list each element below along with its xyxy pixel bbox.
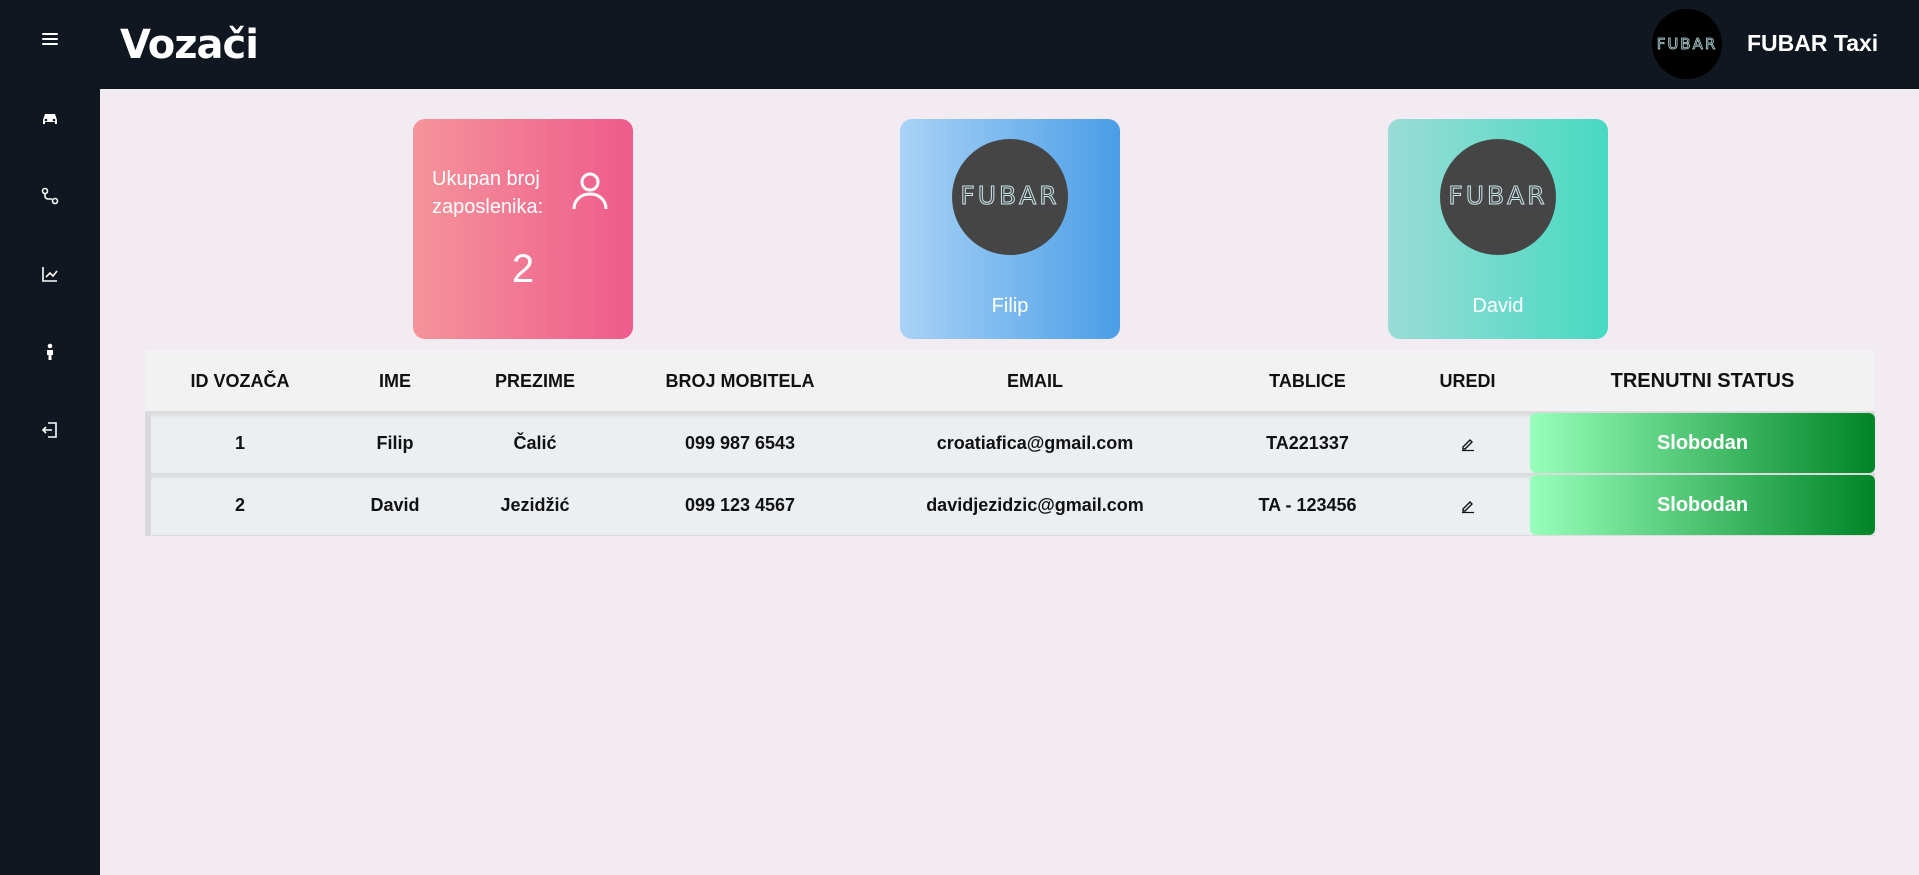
column-header-phone: BROJ MOBITELA: [665, 371, 815, 391]
page-title: Vozači: [120, 22, 259, 68]
table-row: 2 David Jezidžić 099 123 4567 davidjezid…: [145, 474, 1875, 536]
sidebar-item-vehicles[interactable]: [0, 94, 100, 142]
pencil-icon: [1461, 439, 1474, 452]
column-header-first-name: IME: [378, 371, 411, 391]
cell-phone: 099 123 4567: [684, 495, 796, 515]
pencil-icon: [1461, 501, 1474, 514]
cell-first-name: Filip: [376, 433, 414, 453]
cell-last-name: Jezidžić: [500, 495, 570, 515]
sidebar-item-statistics[interactable]: [0, 250, 100, 298]
user-icon: [572, 172, 608, 210]
driver-card-name: Filip: [991, 295, 1029, 317]
drivers-table: ID VOZAČA IME PREZIME BROJ MOBITELA EMAI…: [145, 350, 1875, 536]
menu-toggle-button[interactable]: [0, 15, 100, 63]
logout-icon: [41, 422, 57, 438]
svg-text:FUBAR: FUBAR: [1657, 35, 1718, 53]
cell-edit: [1410, 412, 1525, 474]
cell-email: croatiafica@gmail.com: [936, 433, 1134, 453]
fubar-logo-icon: FUBAR: [1448, 182, 1547, 211]
brand-logo: FUBAR: [1652, 9, 1722, 79]
table-header: ID VOZAČA IME PREZIME BROJ MOBITELA EMAI…: [145, 350, 1875, 412]
avatar: FUBAR: [952, 139, 1068, 255]
edit-button[interactable]: [1460, 436, 1476, 452]
cell-email: davidjezidzic@gmail.com: [926, 495, 1144, 515]
column-header-status: TRENUTNI STATUS: [1610, 370, 1795, 392]
edit-button[interactable]: [1460, 498, 1476, 514]
car-icon: [43, 114, 57, 124]
column-header-email: EMAIL: [1007, 371, 1063, 391]
avatar: FUBAR: [1440, 139, 1556, 255]
person-icon: [47, 343, 53, 360]
cell-plate: TA - 123456: [1258, 495, 1357, 515]
fubar-logo-icon: FUBAR: [960, 182, 1059, 211]
sidebar: [0, 0, 100, 875]
cell-last-name: Čalić: [513, 433, 557, 453]
cell-first-name: David: [370, 495, 420, 515]
column-header-plate: TABLICE: [1269, 371, 1346, 391]
cell-phone: 099 987 6543: [684, 433, 796, 453]
status-badge[interactable]: Slobodan: [1530, 475, 1875, 535]
column-header-edit: UREDI: [1439, 371, 1496, 391]
cell-edit: [1410, 474, 1525, 536]
route-icon: [41, 187, 59, 205]
sidebar-item-rides[interactable]: [0, 172, 100, 220]
column-header-last-name: PREZIME: [494, 371, 575, 391]
fubar-logo-icon: FUBAR: [1656, 35, 1718, 54]
cell-id: 2: [234, 495, 245, 515]
menu-icon: [42, 33, 58, 45]
sidebar-item-drivers[interactable]: [0, 328, 100, 376]
column-header-id: ID VOZAČA: [190, 371, 290, 391]
driver-card-david[interactable]: FUBAR David: [1388, 119, 1608, 339]
driver-card-filip[interactable]: FUBAR Filip: [900, 119, 1120, 339]
total-employees-label: Ukupan broj zaposlenika:: [432, 168, 544, 218]
driver-card-name: David: [1472, 295, 1524, 317]
sidebar-item-logout[interactable]: [0, 406, 100, 454]
cell-plate: TA221337: [1266, 433, 1349, 453]
brand-name: FUBAR Taxi: [1747, 30, 1879, 56]
top-bar: Vozači FUBAR FUBAR Taxi: [100, 0, 1919, 89]
svg-text:FUBAR: FUBAR: [960, 182, 1059, 210]
total-employees-card: Ukupan broj zaposlenika: 2: [413, 119, 633, 339]
table-row: 1 Filip Čalić 099 987 6543 croatiafica@g…: [145, 412, 1875, 474]
status-badge[interactable]: Slobodan: [1530, 413, 1875, 473]
cell-id: 1: [234, 433, 245, 453]
total-employees-count: 2: [511, 247, 535, 291]
svg-text:FUBAR: FUBAR: [1448, 182, 1547, 210]
chart-line-icon: [42, 267, 58, 282]
